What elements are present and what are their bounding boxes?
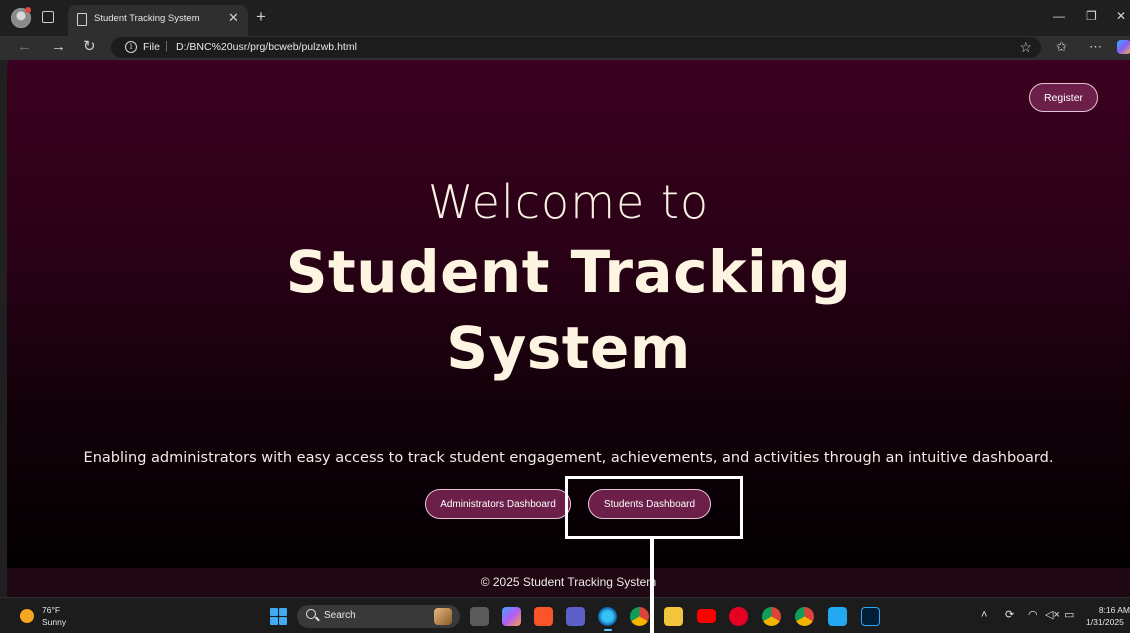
start-icon[interactable] — [270, 608, 287, 625]
chrome-icon[interactable] — [630, 607, 649, 626]
address-scheme: File — [143, 41, 160, 53]
new-tab-button[interactable]: + — [256, 8, 266, 26]
edge-active-indicator — [604, 629, 612, 631]
tray-chevron-icon[interactable]: ˄ — [981, 609, 987, 621]
restore-button[interactable]: ❐ — [1086, 9, 1097, 23]
welcome-heading: Welcome to — [427, 175, 710, 229]
folder-icon[interactable] — [664, 607, 683, 626]
hero-title: Student Tracking System — [7, 234, 1130, 386]
teams-icon[interactable] — [566, 607, 585, 626]
weather-temperature[interactable]: 76°F — [42, 605, 60, 615]
wifi-icon[interactable]: ◠ — [1028, 609, 1038, 621]
hero-title-line1: Student Tracking — [285, 238, 852, 306]
photoshop-icon[interactable] — [861, 607, 880, 626]
windows-taskbar: 76°F Sunny Search ˄ ⟳ ◠ ◁× ▭ 8:16 AM 1/3… — [0, 597, 1130, 633]
annotation-pointer-line — [650, 538, 654, 633]
browser-tab[interactable]: Student Tracking System ✕ — [68, 5, 248, 36]
weather-condition[interactable]: Sunny — [42, 617, 66, 627]
tray-sync-icon[interactable]: ⟳ — [1005, 609, 1014, 621]
page-footer: © 2025 Student Tracking System — [7, 568, 1130, 597]
hero-tagline: Enabling administrators with easy access… — [83, 450, 1054, 466]
browser-toolbar: ← → ↻ i File | D:/BNC%20usr/prg/bcweb/pu… — [0, 36, 1130, 60]
address-bar[interactable]: i File | D:/BNC%20usr/prg/bcweb/pulzwb.h… — [111, 37, 1041, 58]
favorite-star-icon[interactable]: ☆ — [1019, 39, 1032, 55]
favorites-icon[interactable]: ✩ — [1056, 39, 1067, 55]
pinterest-icon[interactable] — [729, 607, 748, 626]
more-options-icon[interactable]: ⋯ — [1089, 39, 1102, 55]
hero-title-line2: System — [446, 314, 691, 382]
chrome-profile-icon[interactable] — [762, 607, 781, 626]
profile-badge — [25, 7, 31, 13]
taskbar-search[interactable]: Search — [297, 605, 460, 628]
page-icon — [77, 13, 87, 26]
clock-time[interactable]: 8:16 AM — [1092, 605, 1130, 615]
administrators-dashboard-button[interactable]: Administrators Dashboard — [425, 489, 571, 519]
minimize-button[interactable]: — — [1053, 9, 1065, 23]
battery-icon[interactable]: ▭ — [1064, 609, 1074, 621]
clock-date[interactable]: 1/31/2025 — [1086, 617, 1124, 627]
forward-icon[interactable]: → — [51, 38, 66, 56]
address-url[interactable]: D:/BNC%20usr/prg/bcweb/pulzwb.html — [176, 41, 357, 53]
tab-close-icon[interactable]: ✕ — [228, 10, 239, 26]
chrome-alt-icon[interactable] — [795, 607, 814, 626]
search-icon — [306, 609, 316, 619]
search-highlight-icon — [434, 608, 452, 625]
brave-icon[interactable] — [534, 607, 553, 626]
page-viewport: Register Welcome to Student Tracking Sys… — [7, 60, 1130, 597]
annotation-highlight-box — [565, 476, 743, 539]
sun-icon[interactable] — [20, 609, 34, 623]
site-info-icon[interactable]: i — [125, 41, 137, 53]
close-window-button[interactable]: ✕ — [1116, 9, 1126, 23]
address-separator: | — [165, 40, 168, 52]
back-icon[interactable]: ← — [17, 38, 32, 56]
copilot-app-icon[interactable] — [502, 607, 521, 626]
tab-title: Student Tracking System — [94, 13, 200, 24]
refresh-icon[interactable]: ↻ — [83, 38, 96, 56]
file-explorer-icon[interactable] — [470, 607, 489, 626]
tab-actions-icon[interactable] — [42, 11, 54, 23]
search-label: Search — [324, 610, 356, 621]
volume-muted-icon[interactable]: ◁× — [1045, 609, 1060, 621]
edge-icon[interactable] — [598, 607, 617, 626]
vscode-icon[interactable] — [828, 607, 847, 626]
youtube-icon[interactable] — [697, 609, 716, 623]
copilot-icon[interactable] — [1117, 40, 1130, 54]
browser-tab-bar: Student Tracking System ✕ + — ❐ ✕ — [0, 0, 1130, 36]
register-button[interactable]: Register — [1029, 83, 1098, 112]
